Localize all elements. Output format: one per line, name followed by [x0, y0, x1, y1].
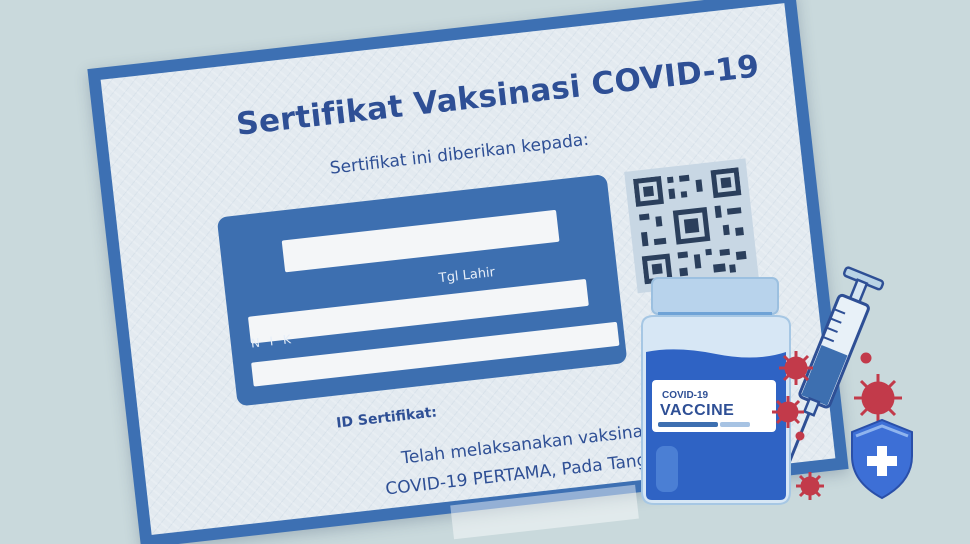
vaccine-illustration: COVID-19 VACCINE: [630, 250, 970, 544]
certificate-id-label: ID Sertifikat:: [335, 404, 438, 432]
name-field: [281, 209, 560, 273]
shield-plus-icon: [851, 418, 913, 500]
vial-label-covid: COVID-19: [662, 390, 709, 401]
recipient-info-panel: Tgl Lahir N I K: [216, 173, 628, 407]
dob-label: Tgl Lahir: [438, 265, 496, 287]
vial-label-vaccine: VACCINE: [660, 402, 735, 419]
certificate-title: Sertifikat Vaksinasi COVID-19: [234, 48, 762, 143]
scene: Sertifikat Vaksinasi COVID-19 Sertifikat…: [0, 0, 970, 544]
certificate-subtitle: Sertifikat ini diberikan kepada:: [328, 129, 590, 179]
